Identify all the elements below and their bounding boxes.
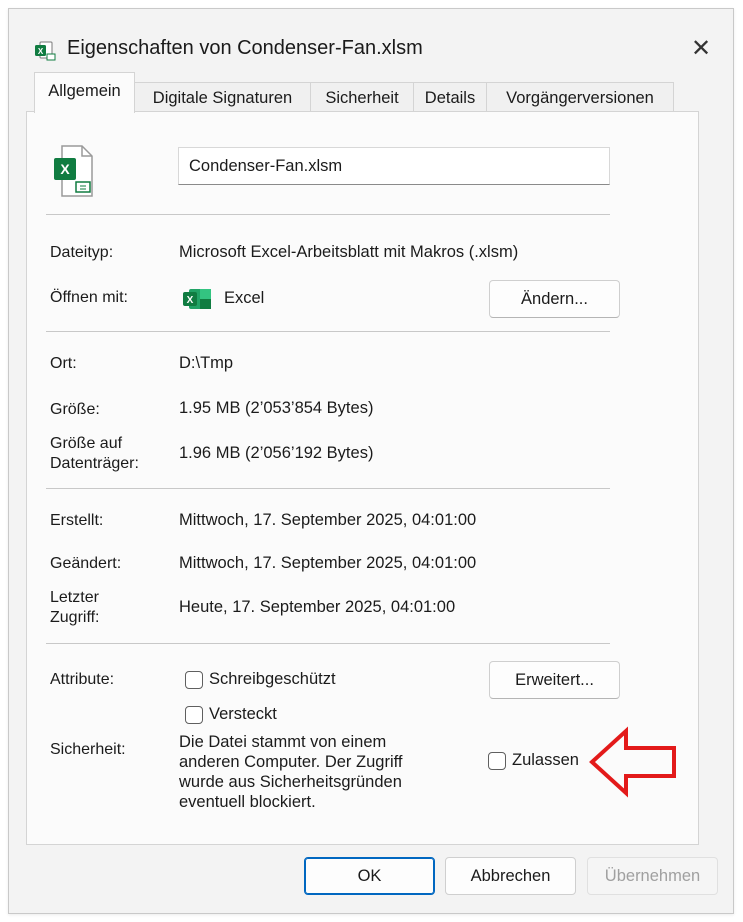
svg-text:X: X [60,161,70,177]
readonly-checkbox[interactable]: Schreibgeschützt [185,670,336,689]
excel-app-icon: X [183,289,211,309]
ok-button[interactable]: OK [304,857,435,895]
security-message: Die Datei stammt von einem anderen Compu… [179,732,449,812]
accessed-label-line2: Zugriff: [50,609,100,626]
separator [46,488,610,489]
attributes-label: Attribute: [50,671,115,688]
security-message-line: anderen Computer. Der Zugriff [179,753,403,771]
security-message-line: eventuell blockiert. [179,793,316,811]
location-value: D:\Tmp [179,354,234,372]
size-label: Größe: [50,401,100,418]
allow-checkbox[interactable]: Zulassen [488,751,579,770]
size-value: 1.95 MB (2’053’854 Bytes) [179,399,374,417]
tab-details[interactable]: Details [413,82,487,112]
location-label: Ort: [50,355,77,372]
open-with-value: Excel [224,289,265,307]
accessed-label-line1: Letzter [50,589,99,606]
filetype-label: Dateityp: [50,244,114,261]
svg-text:X: X [38,47,44,56]
separator [46,214,610,215]
separator [46,643,610,644]
separator [46,331,610,332]
window-title: Eigenschaften von Condenser-Fan.xlsm [67,37,423,59]
security-message-line: Die Datei stammt von einem [179,733,387,751]
filetype-value: Microsoft Excel-Arbeitsblatt mit Makros … [179,243,519,261]
tab-allgemein[interactable]: Allgemein [34,72,135,113]
created-label: Erstellt: [50,512,104,529]
created-value: Mittwoch, 17. September 2025, 04:01:00 [179,511,477,529]
hidden-checkbox-label: Versteckt [209,705,277,723]
size-on-disk-label-line2: Datenträger: [50,455,139,472]
svg-text:X: X [187,295,194,306]
tab-sicherheit[interactable]: Sicherheit [310,82,414,112]
close-button[interactable]: ✕ [681,31,721,67]
allow-checkbox-label: Zulassen [512,751,579,769]
security-label: Sicherheit: [50,741,126,758]
tab-vorgaengerversionen[interactable]: Vorgängerversionen [486,82,674,112]
modified-label: Geändert: [50,555,122,572]
tab-digitale-signaturen[interactable]: Digitale Signaturen [134,82,311,112]
filename-input[interactable] [178,147,610,185]
checkbox-box[interactable] [185,705,203,724]
red-arrow-annotation-icon [589,726,676,798]
open-with-label: Öffnen mit: [50,289,128,306]
change-button[interactable]: Ändern... [489,280,620,318]
excel-file-icon: X [54,145,93,197]
advanced-button[interactable]: Erweitert... [489,661,620,699]
cancel-button[interactable]: Abbrechen [445,857,576,895]
size-on-disk-label-line1: Größe auf [50,435,123,452]
size-on-disk-value: 1.96 MB (2’056’192 Bytes) [179,444,374,462]
checkbox-box[interactable] [488,751,506,770]
checkbox-box[interactable] [185,670,203,689]
readonly-checkbox-label: Schreibgeschützt [209,670,336,688]
accessed-value: Heute, 17. September 2025, 04:01:00 [179,598,456,616]
hidden-checkbox[interactable]: Versteckt [185,705,277,724]
excel-file-icon: X [35,41,56,61]
title-bar: X Eigenschaften von Condenser-Fan.xlsm ✕ [9,9,733,79]
apply-button[interactable]: Übernehmen [587,857,718,895]
modified-value: Mittwoch, 17. September 2025, 04:01:00 [179,554,477,572]
security-message-line: wurde aus Sicherheitsgründen [179,773,402,791]
